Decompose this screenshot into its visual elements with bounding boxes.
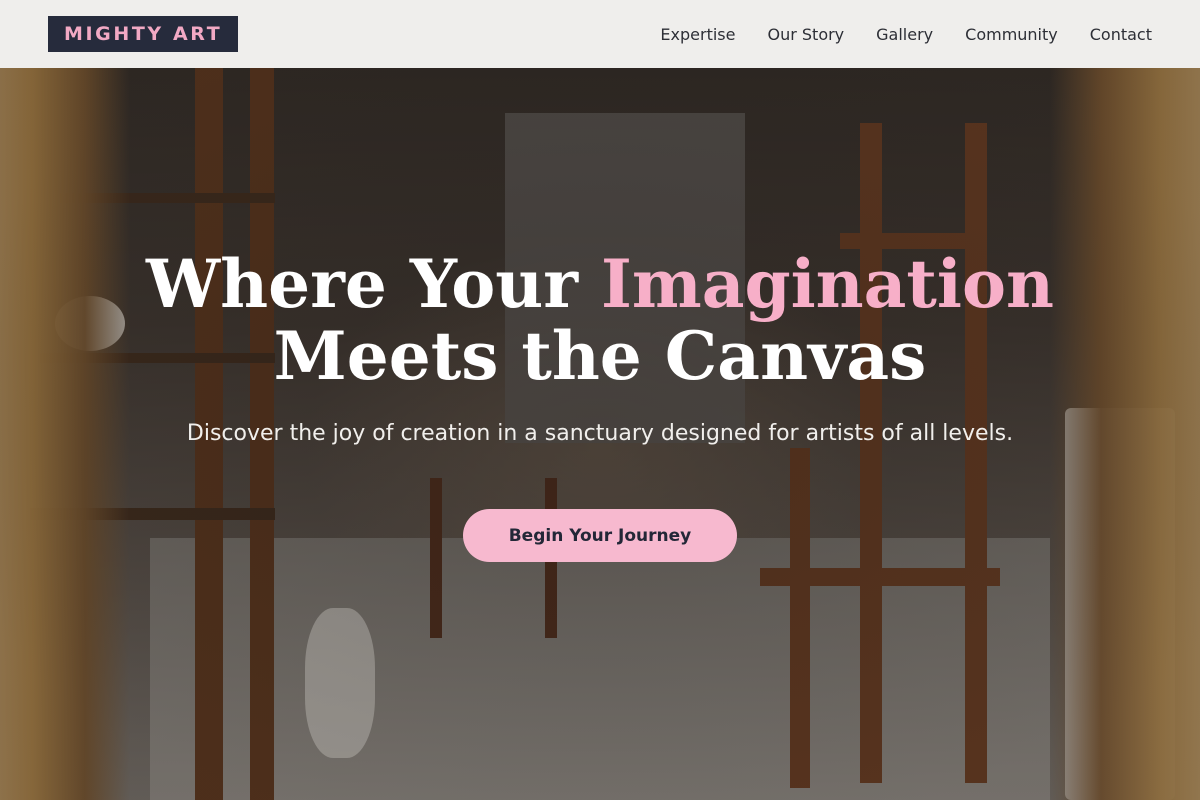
nav-link-contact[interactable]: Contact <box>1090 25 1152 44</box>
headline-part1: Where Your <box>146 245 601 323</box>
nav-link-community[interactable]: Community <box>965 25 1058 44</box>
logo-text: MIGHTY ART <box>64 23 223 45</box>
headline-accent: Imagination <box>600 245 1054 323</box>
nav-link-our-story[interactable]: Our Story <box>767 25 844 44</box>
hero-section: Where Your Imagination Meets the Canvas … <box>0 68 1200 800</box>
nav-link-gallery[interactable]: Gallery <box>876 25 933 44</box>
main-nav: Expertise Our Story Gallery Community Co… <box>660 25 1152 44</box>
brand-logo[interactable]: MIGHTY ART <box>48 16 239 52</box>
begin-journey-button[interactable]: Begin Your Journey <box>463 509 737 562</box>
hero-headline: Where Your Imagination Meets the Canvas <box>0 248 1200 392</box>
nav-link-expertise[interactable]: Expertise <box>660 25 735 44</box>
site-header: MIGHTY ART Expertise Our Story Gallery C… <box>0 0 1200 68</box>
headline-part2: Meets the Canvas <box>273 317 927 395</box>
hero-subtext: Discover the joy of creation in a sanctu… <box>186 421 1014 446</box>
